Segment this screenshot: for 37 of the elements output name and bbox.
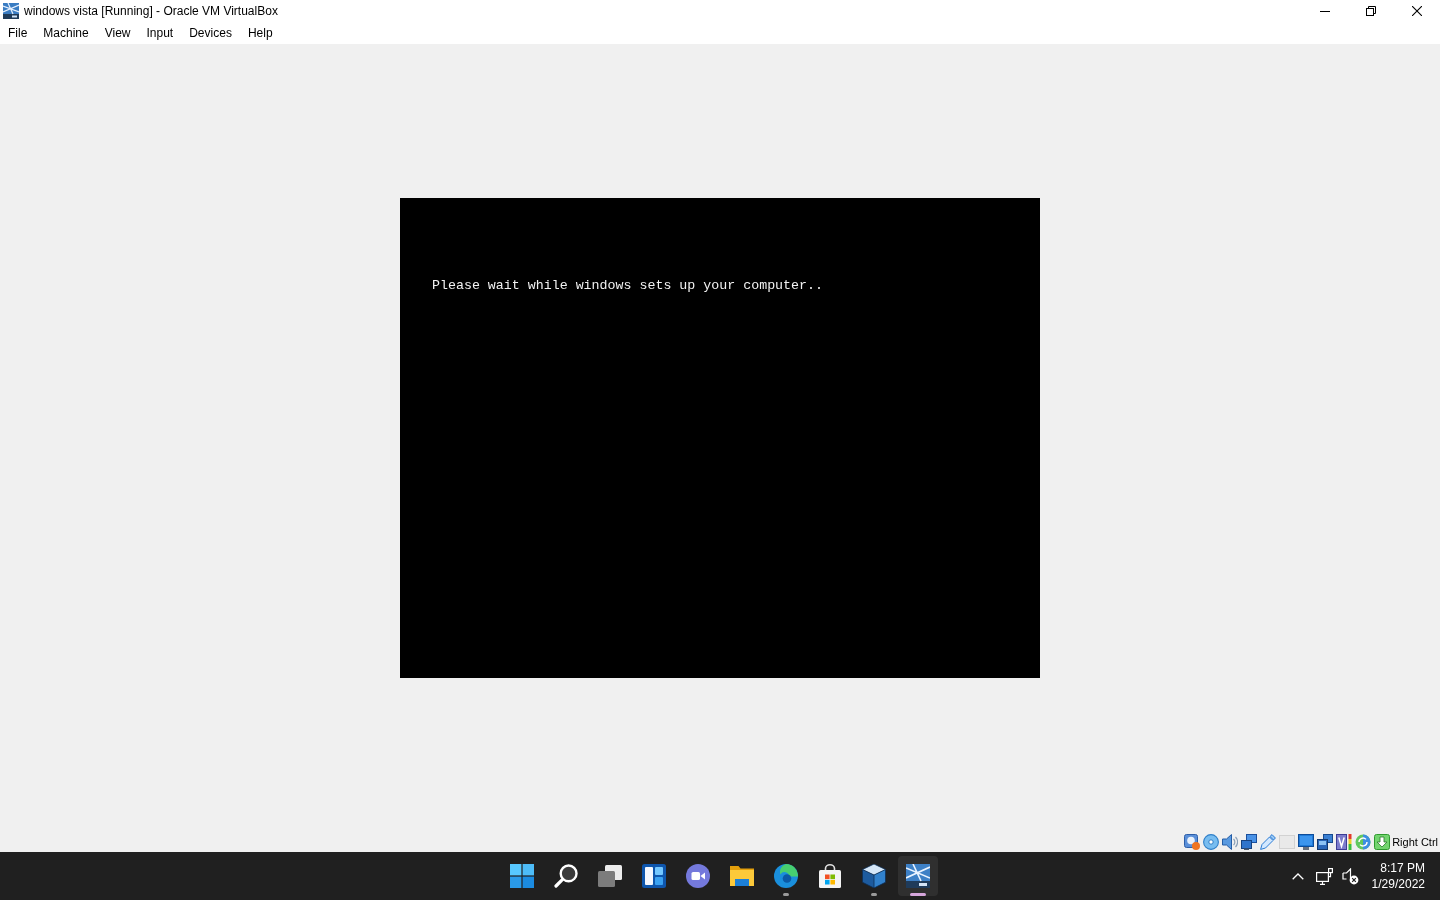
taskbar-button[interactable]: [898, 856, 938, 896]
overlapping-windows-icon: [598, 864, 622, 888]
chevron-up-icon[interactable]: [1291, 872, 1304, 880]
picture-tile-icon: [906, 864, 930, 888]
menu-item[interactable]: File: [0, 22, 36, 44]
overlapping-screens-icon[interactable]: [1317, 834, 1334, 850]
v-badge-icon[interactable]: [1336, 834, 1353, 850]
search-icon: [554, 864, 578, 888]
close-icon: [1412, 6, 1422, 16]
clock-time[interactable]: 8:17 PM: [1380, 860, 1425, 876]
speaker-icon[interactable]: [1222, 834, 1239, 850]
menu-item[interactable]: Devices: [181, 22, 240, 44]
menu-item[interactable]: Input: [138, 22, 182, 44]
host-key-label: Right Ctrl: [1392, 836, 1438, 848]
menu-item[interactable]: View: [96, 22, 139, 44]
minimize-icon: [1320, 10, 1330, 12]
clock-date[interactable]: 1/29/2022: [1371, 876, 1425, 892]
window-title: windows vista [Running] - Oracle VM VirtualBox: [24, 4, 279, 18]
boot-message: Please wait while windows sets up your computer..: [432, 278, 823, 294]
down-arrow-icon[interactable]: [1374, 834, 1391, 850]
monitor-icon[interactable]: [1298, 834, 1315, 850]
monitor-plug-icon[interactable]: [1315, 867, 1333, 885]
start-icon: [510, 864, 534, 888]
speaker-muted-icon[interactable]: [1341, 867, 1359, 885]
menu-item[interactable]: Machine: [35, 22, 97, 44]
swirl-circle-icon: [774, 864, 798, 888]
panels-icon: [642, 864, 666, 888]
overlapping-screens-icon[interactable]: [1241, 834, 1258, 850]
video-camera-icon: [686, 864, 710, 888]
app-icon: [3, 3, 19, 19]
cube-icon: [862, 864, 886, 888]
restore-icon: [1366, 6, 1376, 16]
disc-icon[interactable]: [1203, 834, 1220, 850]
vm-screen[interactable]: Please wait while windows sets up your computer..: [400, 198, 1040, 678]
shopping-bag-icon: [818, 864, 842, 888]
folder-icon: [730, 864, 754, 888]
menu-item[interactable]: Help: [239, 22, 281, 44]
